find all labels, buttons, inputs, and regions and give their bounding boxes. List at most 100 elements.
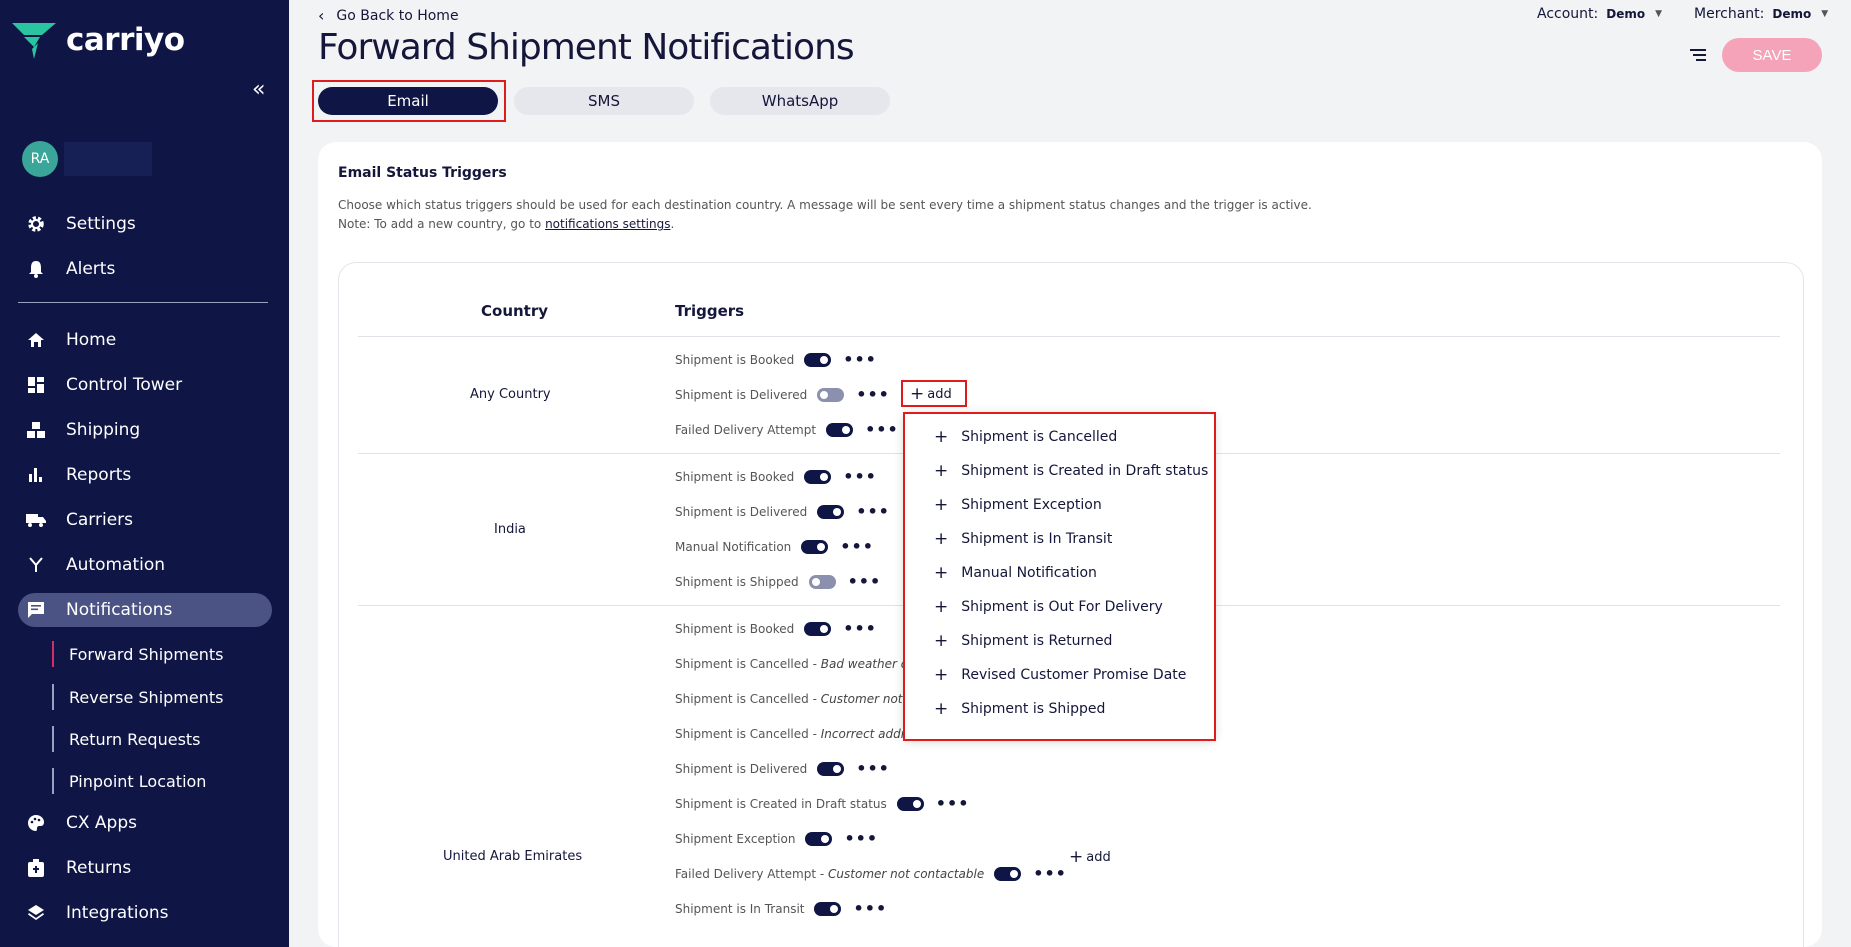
dropdown-option[interactable]: + Manual Notification (934, 563, 1097, 583)
trigger-toggle[interactable] (808, 575, 836, 589)
more-options-icon[interactable]: ••• (865, 422, 899, 438)
trigger-toggle[interactable] (804, 622, 832, 636)
trigger-label: Shipment is Delivered (675, 388, 808, 402)
sidebar-item-shipping[interactable]: Shipping (18, 413, 272, 447)
save-button[interactable]: SAVE (1722, 38, 1822, 72)
more-options-icon[interactable]: ••• (840, 539, 874, 555)
dropdown-option-label: Shipment is Created in Draft status (961, 463, 1209, 479)
dropdown-option-label: Shipment is Cancelled (961, 429, 1118, 445)
sidebar-subitem-return-requests[interactable]: Return Requests (52, 726, 201, 752)
sidebar-subitem-label: Pinpoint Location (69, 771, 207, 791)
plus-icon: + (934, 461, 949, 481)
sidebar-subitem-forward-shipments[interactable]: Forward Shipments (52, 641, 224, 667)
sidebar-subitem-reverse-shipments[interactable]: Reverse Shipments (52, 684, 223, 710)
card-note-suffix: . (670, 217, 675, 231)
more-options-icon[interactable]: ••• (848, 574, 882, 590)
trigger-toggle[interactable] (817, 762, 845, 776)
tab-whatsapp[interactable]: WhatsApp (710, 87, 890, 115)
dropdown-option[interactable]: + Shipment is In Transit (934, 529, 1112, 549)
dropdown-option[interactable]: + Shipment is Out For Delivery (934, 597, 1163, 617)
user-profile[interactable]: RA (22, 141, 152, 177)
dropdown-option[interactable]: + Shipment is Cancelled (934, 427, 1117, 447)
sidebar-subitem-label: Reverse Shipments (69, 687, 224, 707)
trigger-row: Shipment Exception ••• (675, 830, 878, 848)
trigger-toggle[interactable] (814, 902, 842, 916)
account-value: Demo (1606, 7, 1646, 21)
brand-name: carriyo (66, 22, 185, 58)
filter-icon[interactable] (1690, 48, 1708, 62)
more-options-icon[interactable]: ••• (856, 761, 890, 777)
trigger-toggle[interactable] (817, 388, 845, 402)
trigger-label: Shipment Exception (675, 832, 796, 846)
trigger-label: Shipment is Shipped (675, 575, 799, 589)
trigger-toggle[interactable] (804, 353, 832, 367)
sidebar-item-label: Reports (66, 465, 132, 485)
dropdown-option[interactable]: + Shipment is Shipped (934, 699, 1105, 719)
page-title: Forward Shipment Notifications (318, 27, 855, 68)
more-options-icon[interactable]: ••• (936, 796, 970, 812)
dropdown-option[interactable]: + Shipment Exception (934, 495, 1102, 515)
merchant-selector[interactable]: Merchant: Demo ▼ (1694, 6, 1828, 22)
trigger-toggle[interactable] (817, 505, 845, 519)
sidebar-item-home[interactable]: Home (18, 323, 272, 357)
more-options-icon[interactable]: ••• (853, 901, 887, 917)
sidebar-subitem-label: Forward Shipments (69, 644, 224, 664)
more-options-icon[interactable]: ••• (856, 387, 890, 403)
trigger-toggle[interactable] (826, 423, 854, 437)
sidebar-item-cx-apps[interactable]: CX Apps (18, 806, 272, 840)
trigger-label: Shipment is Delivered (675, 505, 808, 519)
plus-icon: + (934, 427, 949, 447)
trigger-label: Shipment is In Transit (675, 902, 805, 916)
sidebar-item-carriers[interactable]: Carriers (18, 503, 272, 537)
brand-logo[interactable]: carriyo (12, 20, 185, 60)
boxes-icon (26, 420, 46, 440)
account-selector[interactable]: Account: Demo ▼ (1537, 6, 1662, 22)
trigger-row: Shipment is Booked ••• (675, 620, 877, 638)
sidebar-item-reports[interactable]: Reports (18, 458, 272, 492)
tab-sms[interactable]: SMS (514, 87, 694, 115)
sidebar-item-returns[interactable]: Returns (18, 851, 272, 885)
dropdown-option[interactable]: + Shipment is Returned (934, 631, 1112, 651)
add-trigger-label: add (1086, 849, 1111, 865)
sidebar-item-label: Carriers (66, 510, 133, 530)
trigger-toggle[interactable] (804, 470, 832, 484)
more-options-icon[interactable]: ••• (844, 831, 878, 847)
sidebar-item-control-tower[interactable]: Control Tower (18, 368, 272, 402)
more-options-icon[interactable]: ••• (843, 469, 877, 485)
chevron-left-icon: ‹ (318, 6, 325, 25)
more-options-icon[interactable]: ••• (1033, 866, 1067, 882)
chat-icon (26, 600, 46, 620)
sidebar-subitem-pinpoint-location[interactable]: Pinpoint Location (52, 768, 206, 794)
trigger-row: Failed Delivery Attempt ••• (675, 421, 899, 439)
collapse-sidebar-icon[interactable]: « (252, 78, 265, 102)
add-trigger-button[interactable]: + add (1069, 847, 1111, 867)
carriyo-logo-icon (12, 23, 56, 59)
dropdown-option[interactable]: + Shipment is Created in Draft status (934, 461, 1208, 481)
trigger-label: Shipment is Delivered (675, 762, 808, 776)
trigger-toggle[interactable] (801, 540, 829, 554)
trigger-toggle[interactable] (994, 867, 1022, 881)
sidebar-item-notifications[interactable]: Notifications (18, 593, 272, 627)
sidebar-item-integrations[interactable]: Integrations (18, 896, 272, 930)
tab-email[interactable]: Email (318, 87, 498, 115)
back-link[interactable]: ‹ Go Back to Home (318, 6, 459, 25)
country-name: India (494, 522, 526, 537)
notifications-settings-link[interactable]: notifications settings (545, 217, 670, 231)
more-options-icon[interactable]: ••• (856, 504, 890, 520)
sidebar-item-automation[interactable]: Automation (18, 548, 272, 582)
more-options-icon[interactable]: ••• (843, 621, 877, 637)
add-trigger-button[interactable]: + add (910, 384, 952, 404)
card-title: Email Status Triggers (338, 165, 507, 181)
sidebar-item-label: CX Apps (66, 813, 137, 833)
dropdown-option-label: Shipment is In Transit (961, 531, 1113, 547)
home-icon (26, 330, 46, 350)
sidebar-item-label: Shipping (66, 420, 141, 440)
sidebar-item-alerts[interactable]: Alerts (18, 252, 272, 286)
more-options-icon[interactable]: ••• (843, 352, 877, 368)
sidebar: carriyo « RA Settings Alerts Home Contro… (0, 0, 289, 947)
trigger-label: Shipment is Booked (675, 353, 795, 367)
sidebar-item-settings[interactable]: Settings (18, 207, 272, 241)
trigger-toggle[interactable] (805, 832, 833, 846)
dropdown-option[interactable]: + Revised Customer Promise Date (934, 665, 1186, 685)
trigger-toggle[interactable] (896, 797, 924, 811)
